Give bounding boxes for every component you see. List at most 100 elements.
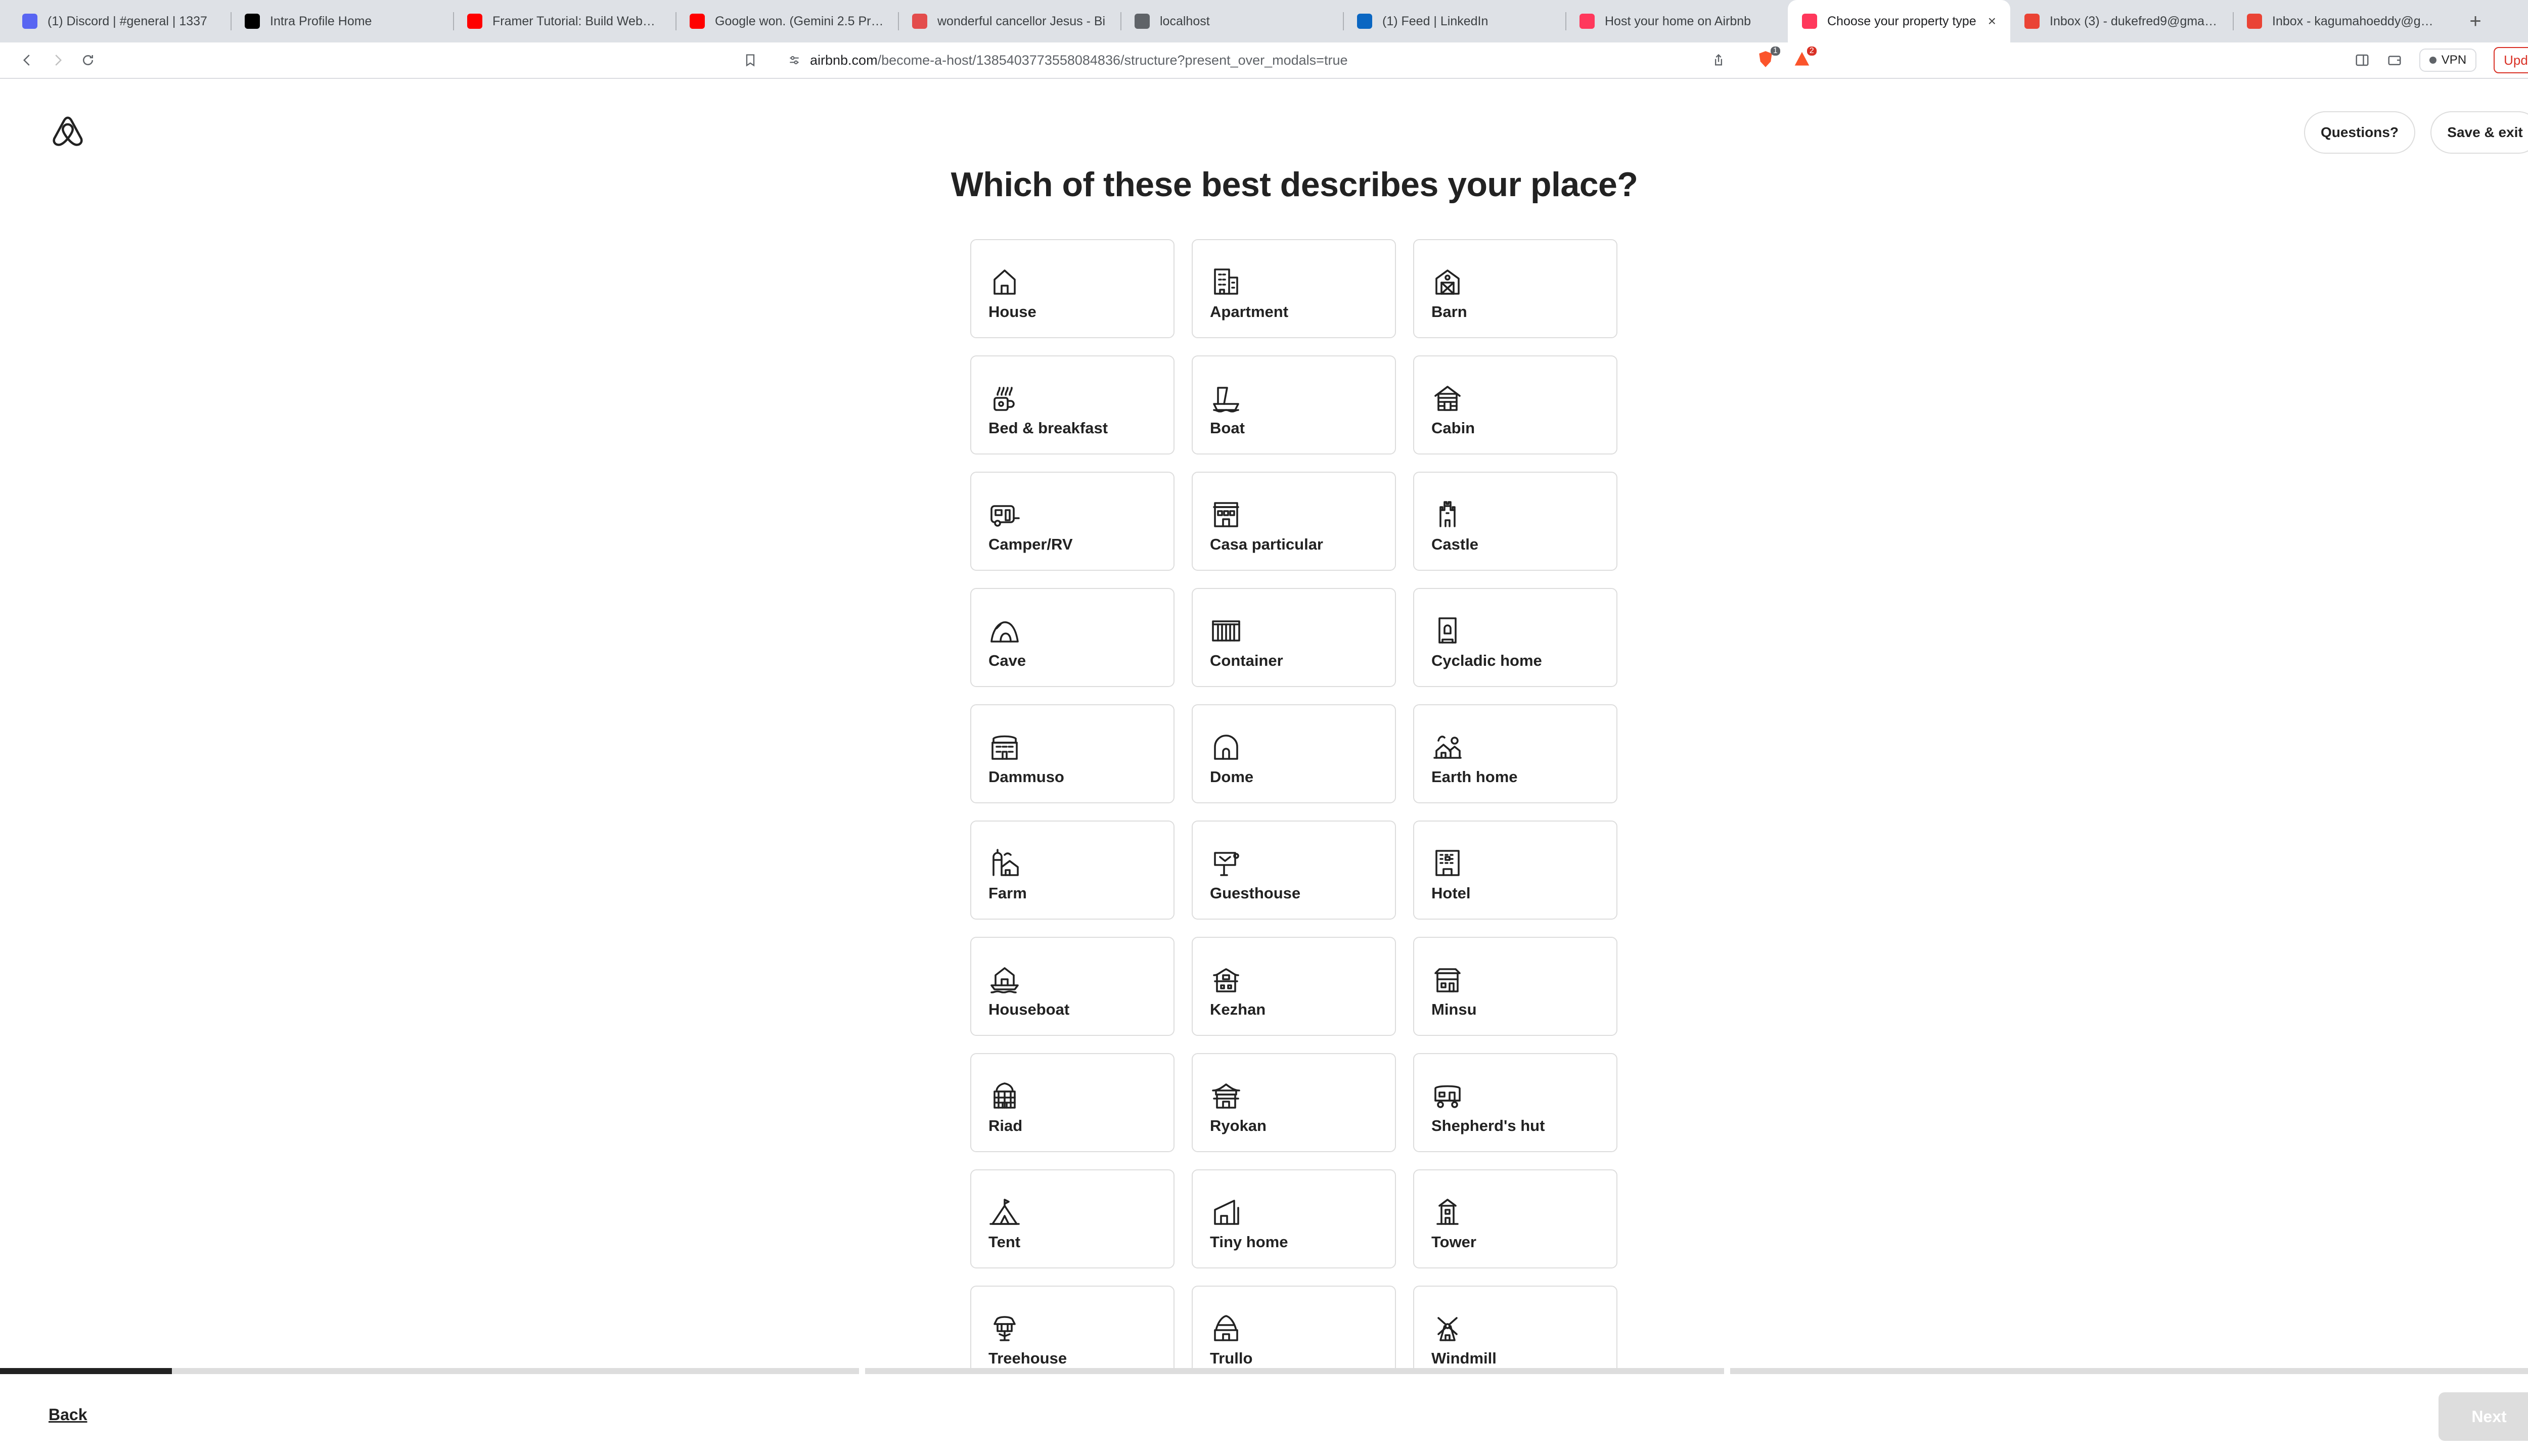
tiny-home-icon <box>1214 1200 1239 1225</box>
apartment-icon <box>1214 268 1238 295</box>
property-type-card-shepherds-hut[interactable]: Shepherd's hut <box>1413 1053 1617 1152</box>
bed-and-breakfast-icon <box>994 387 1015 411</box>
container-icon <box>1212 620 1240 642</box>
property-type-card-dammuso[interactable]: Dammuso <box>970 704 1175 803</box>
property-type-label: Casa particular <box>1210 535 1323 553</box>
riad-icon <box>994 1082 1016 1109</box>
back-button[interactable]: Back <box>49 1405 87 1424</box>
property-type-card-tower[interactable]: Tower <box>1413 1169 1617 1268</box>
kezhan-icon <box>1213 968 1239 992</box>
property-type-label: Container <box>1210 652 1283 669</box>
hotel-icon <box>1435 850 1460 876</box>
property-type-card-boat[interactable]: Boat <box>1192 355 1396 454</box>
property-type-label: Cave <box>988 652 1026 669</box>
property-type-label: Kezhan <box>1210 1000 1266 1018</box>
dammuso-icon <box>991 735 1018 760</box>
property-type-label: Apartment <box>1210 303 1289 321</box>
property-type-card-windmill[interactable]: Windmill <box>1413 1286 1617 1368</box>
barn-icon <box>1435 269 1460 295</box>
property-type-card-tent[interactable]: Tent <box>970 1169 1175 1268</box>
property-type-card-tiny-home[interactable]: Tiny home <box>1192 1169 1396 1268</box>
next-button[interactable]: Next <box>2439 1392 2528 1441</box>
property-type-label: Riad <box>988 1117 1023 1134</box>
property-type-label: Tiny home <box>1210 1233 1288 1251</box>
cycladic-home-icon <box>1438 617 1457 644</box>
progress-segment <box>1730 1368 2528 1374</box>
property-type-label: Tower <box>1431 1233 1476 1251</box>
property-type-card-cabin[interactable]: Cabin <box>1413 355 1617 454</box>
property-type-label: Bed & breakfast <box>988 419 1108 437</box>
property-type-card-ryokan[interactable]: Ryokan <box>1192 1053 1396 1152</box>
scroll-area: House Apartment Barn Bed & breakfast Boat Cab… <box>0 0 2528 1368</box>
property-type-label: Hotel <box>1431 884 1471 902</box>
ryokan-icon <box>1212 1083 1240 1109</box>
property-type-label: Houseboat <box>988 1000 1070 1018</box>
guesthouse-icon <box>1214 852 1239 876</box>
farm-icon <box>992 849 1019 876</box>
property-type-label: Boat <box>1210 419 1245 437</box>
tower-icon <box>1436 1199 1459 1225</box>
progress-segment <box>0 1368 859 1374</box>
property-type-card-cycladic-home[interactable]: Cycladic home <box>1413 588 1617 687</box>
boat-icon <box>1213 387 1239 413</box>
property-type-card-farm[interactable]: Farm <box>970 821 1175 920</box>
castle-icon <box>1439 501 1456 527</box>
property-type-label: Ryokan <box>1210 1117 1267 1134</box>
houseboat-icon <box>990 967 1019 993</box>
property-type-card-hotel[interactable]: Hotel <box>1413 821 1617 920</box>
property-type-card-minsu[interactable]: Minsu <box>1413 937 1617 1036</box>
property-type-card-barn[interactable]: Barn <box>1413 239 1617 338</box>
property-type-label: Dammuso <box>988 768 1064 786</box>
property-type-card-cave[interactable]: Cave <box>970 588 1175 687</box>
property-type-label: Camper/RV <box>988 535 1073 553</box>
minsu-icon <box>1434 968 1461 992</box>
property-type-card-guesthouse[interactable]: Guesthouse <box>1192 821 1396 920</box>
property-type-card-earth-home[interactable]: Earth home <box>1413 704 1617 803</box>
property-type-label: Farm <box>988 884 1027 902</box>
property-type-card-riad[interactable]: Riad <box>970 1053 1175 1152</box>
property-type-label: Trullo <box>1210 1349 1253 1367</box>
property-type-grid: House Apartment Barn Bed & breakfast Boat Cab… <box>970 239 1617 1368</box>
shepherds-hut-icon <box>1434 1085 1461 1108</box>
earth-home-icon <box>1433 736 1462 759</box>
property-type-card-kezhan[interactable]: Kezhan <box>1192 937 1396 1036</box>
dome-icon <box>1214 735 1238 760</box>
progress-fill <box>0 1368 172 1374</box>
property-type-label: Barn <box>1431 303 1467 321</box>
property-type-label: Guesthouse <box>1210 884 1301 902</box>
property-type-label: Minsu <box>1431 1000 1477 1018</box>
property-type-label: Castle <box>1431 535 1479 553</box>
property-type-card-dome[interactable]: Dome <box>1192 704 1396 803</box>
property-type-label: Cycladic home <box>1431 652 1542 669</box>
property-type-card-casa-particular[interactable]: Casa particular <box>1192 472 1396 571</box>
camper-icon <box>990 505 1020 527</box>
trullo-icon <box>1214 1315 1238 1341</box>
property-type-label: House <box>988 303 1036 321</box>
cave-icon <box>990 621 1019 643</box>
property-type-card-container[interactable]: Container <box>1192 588 1396 687</box>
casa-particular-icon <box>1213 502 1239 527</box>
cabin-icon <box>1434 386 1461 411</box>
property-type-label: Shepherd's hut <box>1431 1117 1545 1134</box>
progress-segment <box>865 1368 1724 1374</box>
property-type-card-apartment[interactable]: Apartment <box>1192 239 1396 338</box>
property-type-card-camper[interactable]: Camper/RV <box>970 472 1175 571</box>
property-type-label: Earth home <box>1431 768 1518 786</box>
property-type-label: Dome <box>1210 768 1254 786</box>
house-icon <box>994 269 1016 295</box>
footer: Back Next <box>0 1374 2528 1456</box>
property-type-card-house[interactable]: House <box>970 239 1175 338</box>
property-type-card-castle[interactable]: Castle <box>1413 472 1617 571</box>
property-type-card-bed-and-breakfast[interactable]: Bed & breakfast <box>970 355 1175 454</box>
treehouse-icon <box>994 1316 1016 1341</box>
progress-bar <box>0 1368 2528 1374</box>
property-type-label: Cabin <box>1431 419 1475 437</box>
property-type-card-houseboat[interactable]: Houseboat <box>970 937 1175 1036</box>
property-type-label: Treehouse <box>988 1349 1067 1367</box>
windmill-icon <box>1437 1317 1458 1341</box>
property-type-card-treehouse[interactable]: Treehouse <box>970 1286 1175 1368</box>
property-type-label: Tent <box>988 1233 1021 1251</box>
property-type-card-trullo[interactable]: Trullo <box>1192 1286 1396 1368</box>
tent-icon <box>989 1199 1020 1225</box>
property-type-label: Windmill <box>1431 1349 1497 1367</box>
